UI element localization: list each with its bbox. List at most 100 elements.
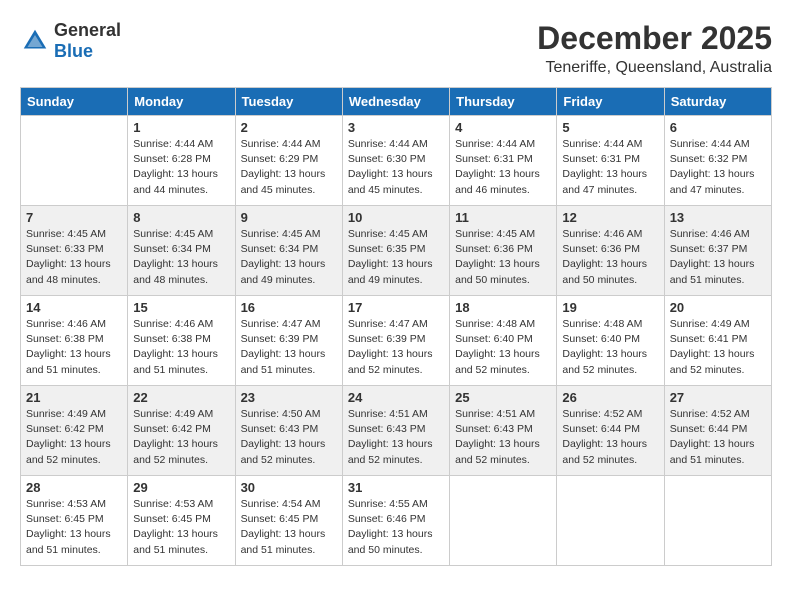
cell-sun-info: Sunrise: 4:46 AMSunset: 6:38 PMDaylight:… — [133, 317, 229, 378]
daylight-text: Daylight: 13 hours — [26, 348, 111, 360]
sunrise-text: Sunrise: 4:46 AM — [562, 228, 642, 240]
calendar-cell: 22 Sunrise: 4:49 AMSunset: 6:42 PMDayligh… — [128, 386, 235, 476]
sunset-text: Sunset: 6:40 PM — [455, 333, 533, 345]
calendar-cell — [557, 476, 664, 566]
day-number: 3 — [348, 120, 444, 135]
sunrise-text: Sunrise: 4:45 AM — [348, 228, 428, 240]
daylight-text-cont: and 47 minutes. — [670, 184, 745, 196]
daylight-text-cont: and 48 minutes. — [26, 274, 101, 286]
sunrise-text: Sunrise: 4:45 AM — [455, 228, 535, 240]
day-number: 30 — [241, 480, 337, 495]
day-number: 8 — [133, 210, 229, 225]
daylight-text: Daylight: 13 hours — [133, 438, 218, 450]
daylight-text-cont: and 52 minutes. — [455, 364, 530, 376]
sunset-text: Sunset: 6:43 PM — [348, 423, 426, 435]
sunrise-text: Sunrise: 4:44 AM — [241, 138, 321, 150]
day-number: 17 — [348, 300, 444, 315]
calendar-cell: 12Sunrise: 4:46 AMSunset: 6:36 PMDayligh… — [557, 206, 664, 296]
day-header-friday: Friday — [557, 88, 664, 116]
day-number: 26 — [562, 390, 658, 405]
daylight-text-cont: and 49 minutes. — [241, 274, 316, 286]
day-number: 28 — [26, 480, 122, 495]
daylight-text-cont: and 51 minutes. — [26, 544, 101, 556]
cell-sun-info: Sunrise: 4:54 AMSunset: 6:45 PMDaylight:… — [241, 497, 337, 558]
sunrise-text: Sunrise: 4:53 AM — [133, 498, 213, 510]
daylight-text: Daylight: 13 hours — [133, 528, 218, 540]
cell-sun-info: Sunrise: 4:47 AMSunset: 6:39 PMDaylight:… — [348, 317, 444, 378]
page-header: General Blue December 2025 Teneriffe, Qu… — [20, 20, 772, 77]
calendar-cell: 27 Sunrise: 4:52 AMSunset: 6:44 PMDayligh… — [664, 386, 771, 476]
daylight-text: Daylight: 13 hours — [455, 438, 540, 450]
calendar-cell: 26Sunrise: 4:52 AMSunset: 6:44 PMDayligh… — [557, 386, 664, 476]
sunset-text: Sunset: 6:43 PM — [241, 423, 319, 435]
calendar-cell: 21Sunrise: 4:49 AMSunset: 6:42 PMDayligh… — [21, 386, 128, 476]
day-number: 18 — [455, 300, 551, 315]
daylight-text-cont: and 46 minutes. — [455, 184, 530, 196]
sunset-text: Sunset: 6:45 PM — [133, 513, 211, 525]
calendar-cell: 28Sunrise: 4:53 AMSunset: 6:45 PMDayligh… — [21, 476, 128, 566]
day-number: 24 — [348, 390, 444, 405]
cell-sun-info: Sunrise: 4:44 AMSunset: 6:30 PMDaylight:… — [348, 137, 444, 198]
daylight-text-cont: and 52 minutes. — [562, 364, 637, 376]
calendar-cell — [450, 476, 557, 566]
sunrise-text: Sunrise: 4:47 AM — [348, 318, 428, 330]
daylight-text-cont: and 44 minutes. — [133, 184, 208, 196]
calendar-cell: 2Sunrise: 4:44 AMSunset: 6:29 PMDaylight… — [235, 116, 342, 206]
sunset-text: Sunset: 6:38 PM — [26, 333, 104, 345]
daylight-text-cont: and 52 minutes. — [26, 454, 101, 466]
calendar-cell: 30 Sunrise: 4:54 AMSunset: 6:45 PMDayligh… — [235, 476, 342, 566]
cell-sun-info: Sunrise: 4:45 AMSunset: 6:34 PMDaylight:… — [241, 227, 337, 288]
day-number: 7 — [26, 210, 122, 225]
sunrise-text: Sunrise: 4:48 AM — [562, 318, 642, 330]
calendar-cell: 31Sunrise: 4:55 AMSunset: 6:46 PMDayligh… — [342, 476, 449, 566]
title-area: December 2025 Teneriffe, Queensland, Aus… — [537, 20, 772, 77]
logo-general-text: General — [54, 20, 121, 40]
day-number: 13 — [670, 210, 766, 225]
sunset-text: Sunset: 6:38 PM — [133, 333, 211, 345]
sunset-text: Sunset: 6:36 PM — [455, 243, 533, 255]
day-header-sunday: Sunday — [21, 88, 128, 116]
cell-sun-info: Sunrise: 4:53 AM Sunset: 6:45 PM Daylight:… — [133, 497, 229, 558]
calendar-cell: 23Sunrise: 4:50 AMSunset: 6:43 PMDayligh… — [235, 386, 342, 476]
day-number: 16 — [241, 300, 337, 315]
cell-sun-info: Sunrise: 4:48 AMSunset: 6:40 PMDaylight:… — [455, 317, 551, 378]
sunset-text: Sunset: 6:41 PM — [670, 333, 748, 345]
cell-sun-info: Sunrise: 4:52 AMSunset: 6:44 PMDaylight:… — [670, 407, 766, 468]
day-number: 31 — [348, 480, 444, 495]
day-number: 27 — [670, 390, 766, 405]
day-number: 12 — [562, 210, 658, 225]
daylight-text-cont: and 51 minutes. — [241, 544, 316, 556]
cell-sun-info: Sunrise: 4:52 AMSunset: 6:44 PMDaylight:… — [562, 407, 658, 468]
cell-sun-info: Sunrise: 4:46 AMSunset: 6:38 PMDaylight:… — [26, 317, 122, 378]
cell-sun-info: Sunrise: 4:45 AMSunset: 6:34 PMDaylight:… — [133, 227, 229, 288]
sunset-text: Sunset: 6:32 PM — [670, 153, 748, 165]
cell-sun-info: Sunrise: 4:44 AMSunset: 6:29 PMDaylight:… — [241, 137, 337, 198]
daylight-text: Daylight: 13 hours — [348, 438, 433, 450]
day-header-tuesday: Tuesday — [235, 88, 342, 116]
logo-blue-text: Blue — [54, 41, 93, 61]
day-header-thursday: Thursday — [450, 88, 557, 116]
day-number: 9 — [241, 210, 337, 225]
sunrise-text: Sunrise: 4:52 AM — [562, 408, 642, 420]
sunrise-text: Sunrise: 4:51 AM — [455, 408, 535, 420]
calendar-cell: 25Sunrise: 4:51 AMSunset: 6:43 PMDayligh… — [450, 386, 557, 476]
cell-sun-info: Sunrise: 4:49 AMSunset: 6:42 PMDaylight:… — [133, 407, 229, 468]
sunset-text: Sunset: 6:44 PM — [562, 423, 640, 435]
daylight-text: Daylight: 13 hours — [455, 168, 540, 180]
sunrise-text: Sunrise: 4:49 AM — [670, 318, 750, 330]
day-number: 22 — [133, 390, 229, 405]
sunrise-text: Sunrise: 4:45 AM — [241, 228, 321, 240]
cell-sun-info: Sunrise: 4:51 AM Sunset: 6:43 PM Daylight:… — [348, 407, 444, 468]
calendar-cell: 10Sunrise: 4:45 AMSunset: 6:35 PMDayligh… — [342, 206, 449, 296]
daylight-text: Daylight: 13 hours — [455, 258, 540, 270]
cell-sun-info: Sunrise: 4:44 AMSunset: 6:31 PMDaylight:… — [455, 137, 551, 198]
calendar-cell: 24 Sunrise: 4:51 AM Sunset: 6:43 PM Dayligh… — [342, 386, 449, 476]
sunset-text: Sunset: 6:45 PM — [26, 513, 104, 525]
calendar-week-row: 14Sunrise: 4:46 AMSunset: 6:38 PMDayligh… — [21, 296, 772, 386]
sunset-text: Sunset: 6:36 PM — [562, 243, 640, 255]
day-number: 1 — [133, 120, 229, 135]
calendar-cell: 8 Sunrise: 4:45 AMSunset: 6:34 PMDaylight… — [128, 206, 235, 296]
sunrise-text: Sunrise: 4:51 AM — [348, 408, 428, 420]
sunset-text: Sunset: 6:29 PM — [241, 153, 319, 165]
calendar-cell: 16Sunrise: 4:47 AMSunset: 6:39 PMDayligh… — [235, 296, 342, 386]
